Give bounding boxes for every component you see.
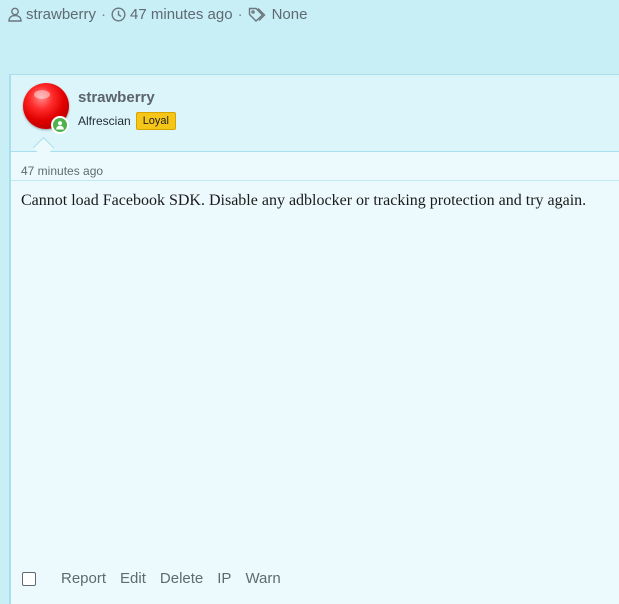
delete-link[interactable]: Delete xyxy=(160,570,203,587)
user-badge: Loyal xyxy=(135,112,176,130)
online-status-icon xyxy=(51,116,69,134)
tag-icon xyxy=(248,7,268,22)
tags-value: None xyxy=(271,6,308,23)
separator: · xyxy=(101,6,107,23)
post-message: Cannot load Facebook SDK. Disable any ad… xyxy=(21,192,587,209)
user-icon xyxy=(8,7,22,22)
separator: · xyxy=(237,6,243,23)
post-username[interactable]: strawberry xyxy=(78,89,155,106)
post-actions: Report Edit Delete IP Warn xyxy=(22,570,281,587)
thread-meta-bar: strawberry · 47 minutes ago · None xyxy=(8,6,307,23)
user-title-row: Alfrescian Loyal xyxy=(78,112,176,130)
report-link[interactable]: Report xyxy=(61,570,106,587)
forum-post: strawberry Alfrescian Loyal 47 minutes a… xyxy=(9,74,619,604)
select-post-checkbox[interactable] xyxy=(22,571,36,586)
edit-link[interactable]: Edit xyxy=(120,570,146,587)
divider xyxy=(11,180,619,181)
post-user-bar: strawberry Alfrescian Loyal xyxy=(11,75,619,159)
user-title: Alfrescian xyxy=(78,114,131,128)
ip-link[interactable]: IP xyxy=(217,570,231,587)
avatar-container[interactable] xyxy=(23,83,69,134)
userbar-pointer xyxy=(32,136,55,159)
warn-link[interactable]: Warn xyxy=(245,570,280,587)
post-time-link[interactable]: 47 minutes ago xyxy=(130,6,233,23)
post-date[interactable]: 47 minutes ago xyxy=(21,164,103,178)
author-link[interactable]: strawberry xyxy=(26,6,96,23)
clock-icon xyxy=(111,7,126,22)
